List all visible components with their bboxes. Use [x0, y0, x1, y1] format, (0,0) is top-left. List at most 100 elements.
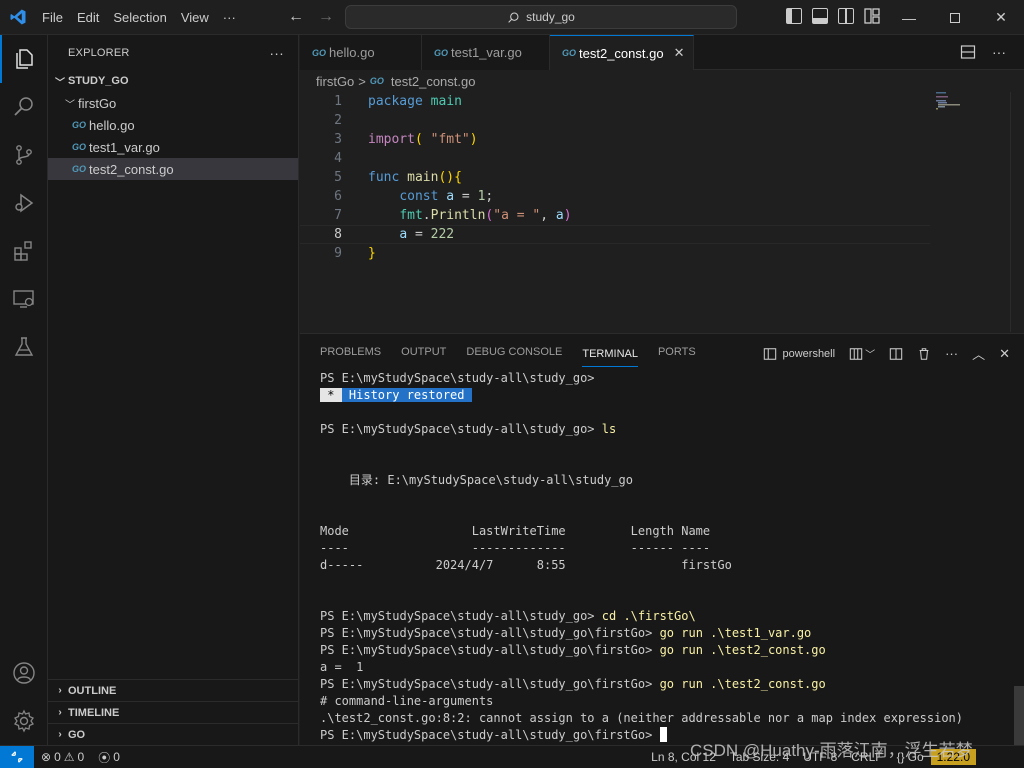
explorer-more-icon[interactable]: ···: [269, 45, 284, 61]
menu-edit[interactable]: Edit: [70, 10, 106, 25]
terminal-line: Mode LastWriteTime Length Name: [320, 524, 711, 538]
terminal-output[interactable]: PS E:\myStudySpace\study-all\study_go> *…: [320, 370, 1010, 744]
terminal-shell-selector[interactable]: powershell: [763, 347, 835, 361]
editor-scrollbar[interactable]: [1010, 92, 1024, 332]
testing-icon[interactable]: [0, 323, 48, 371]
panel-actions: powershell ﹀ ··· ︿ ✕: [763, 344, 1010, 363]
chevron-right-icon: ›: [58, 729, 62, 740]
breadcrumb-separator-icon: >: [358, 73, 366, 89]
tab-debug-console[interactable]: DEBUG CONSOLE: [466, 334, 562, 370]
problems-status[interactable]: ⊗ 0 ⚠ 0: [34, 750, 91, 764]
tab-test2-const-go[interactable]: GO test2_const.go ✕: [550, 35, 694, 70]
menu-file[interactable]: File: [35, 10, 70, 25]
section-timeline[interactable]: › TIMELINE: [48, 701, 299, 723]
remote-indicator-icon[interactable]: [0, 746, 34, 768]
go-file-icon: GO: [72, 142, 87, 152]
code-editor[interactable]: 1 package main 2 3 import( "fmt") 4 5 fu…: [300, 92, 1024, 332]
close-tab-icon[interactable]: ✕: [674, 45, 685, 61]
back-arrow-icon[interactable]: ←: [288, 8, 304, 26]
split-terminal-icon: [849, 347, 863, 360]
minimize-icon[interactable]: —: [886, 0, 932, 35]
menu-more[interactable]: ···: [216, 10, 243, 25]
section-go[interactable]: › GO: [48, 723, 299, 745]
terminal-line: a = 1: [320, 660, 364, 674]
terminal-line: PS E:\myStudySpace\study-all\study_go>: [320, 371, 595, 385]
remote-explorer-icon[interactable]: [0, 275, 48, 323]
extensions-icon[interactable]: [0, 227, 48, 275]
section-outline[interactable]: › OUTLINE: [48, 679, 299, 701]
menu-selection[interactable]: Selection: [106, 10, 173, 25]
title-bar: File Edit Selection View ··· ← → study_g…: [0, 0, 1024, 35]
line-number: 4: [334, 151, 342, 166]
tab-terminal[interactable]: TERMINAL: [582, 341, 638, 367]
tab-problems[interactable]: PROBLEMS: [320, 334, 381, 370]
breadcrumb-file[interactable]: test2_const.go: [391, 74, 476, 89]
workspace-root[interactable]: ﹀ STUDY_GO: [48, 70, 298, 92]
toggle-secondary-sidebar-icon[interactable]: [838, 8, 854, 24]
explorer-icon[interactable]: [0, 35, 48, 83]
trash-icon[interactable]: [917, 347, 931, 361]
run-debug-icon[interactable]: [0, 179, 48, 227]
tab-output[interactable]: OUTPUT: [401, 334, 446, 370]
terminal-line: PS E:\myStudySpace\study-all\study_go> c…: [320, 609, 696, 623]
bottom-panel: PROBLEMS OUTPUT DEBUG CONSOLE TERMINAL P…: [300, 333, 1024, 746]
go-file-icon: GO: [72, 120, 87, 130]
code-line: 3 import( "fmt"): [300, 130, 930, 149]
explorer-title: EXPLORER: [68, 46, 130, 59]
tab-ports[interactable]: PORTS: [658, 334, 696, 370]
chevron-down-icon: ﹀: [865, 350, 876, 361]
line-number: 5: [334, 170, 342, 185]
toggle-panel-icon[interactable]: [812, 8, 828, 24]
search-label: study_go: [526, 10, 575, 24]
file-test2-const-go[interactable]: GO test2_const.go: [48, 158, 298, 180]
code-text: a = 222: [399, 227, 455, 242]
ports-count: 0: [113, 750, 120, 764]
go-file-icon: GO: [369, 76, 384, 86]
more-actions-icon[interactable]: ···: [945, 346, 958, 361]
tab-test1-var-go[interactable]: GO test1_var.go: [422, 35, 550, 70]
line-number: 3: [334, 132, 342, 147]
code-line: 1 package main: [300, 92, 930, 111]
terminal-line: PS E:\myStudySpace\study-all\study_go\fi…: [320, 677, 826, 691]
error-icon: ⊗: [41, 750, 52, 764]
breadcrumb-folder[interactable]: firstGo: [316, 74, 354, 89]
menu-view[interactable]: View: [174, 10, 216, 25]
maximize-icon[interactable]: [932, 0, 978, 35]
maximize-panel-icon[interactable]: ︿: [972, 344, 985, 363]
split-editor-icon[interactable]: [960, 44, 976, 60]
search-view-icon[interactable]: [0, 83, 48, 131]
command-center-search[interactable]: study_go: [345, 5, 737, 29]
source-control-icon[interactable]: [0, 131, 48, 179]
code-text: import( "fmt"): [368, 132, 478, 147]
tab-hello-go[interactable]: GO hello.go: [300, 35, 422, 70]
editor-actions: ···: [960, 35, 1024, 69]
error-count: 0: [54, 750, 61, 764]
terminal-scrollbar[interactable]: [1014, 686, 1024, 746]
close-panel-icon[interactable]: ✕: [999, 346, 1010, 362]
file-hello-go[interactable]: GO hello.go: [48, 114, 298, 136]
split-terminal-icon[interactable]: [889, 347, 903, 361]
menu-bar: File Edit Selection View ···: [35, 0, 243, 35]
terminal-line: * History restored: [320, 388, 472, 402]
explorer-header: EXPLORER ···: [48, 35, 298, 70]
accounts-icon[interactable]: [0, 649, 48, 697]
minimap[interactable]: [936, 92, 988, 122]
folder-firstgo[interactable]: ﹀ firstGo: [48, 92, 298, 114]
line-number: 8: [334, 227, 342, 242]
more-actions-icon[interactable]: ···: [992, 44, 1006, 60]
ports-status[interactable]: ⦿ 0: [91, 749, 127, 766]
toggle-primary-sidebar-icon[interactable]: [786, 8, 802, 24]
close-window-icon[interactable]: ✕: [978, 0, 1024, 35]
section-label: TIMELINE: [68, 706, 120, 719]
new-terminal-dropdown[interactable]: ﹀: [849, 346, 875, 361]
forward-arrow-icon[interactable]: →: [318, 8, 334, 26]
customize-layout-icon[interactable]: [864, 8, 880, 24]
terminal-line: PS E:\myStudySpace\study-all\study_go> l…: [320, 422, 617, 436]
file-test1-var-go[interactable]: GO test1_var.go: [48, 136, 298, 158]
section-label: GO: [68, 728, 86, 741]
settings-gear-icon[interactable]: [0, 697, 48, 745]
